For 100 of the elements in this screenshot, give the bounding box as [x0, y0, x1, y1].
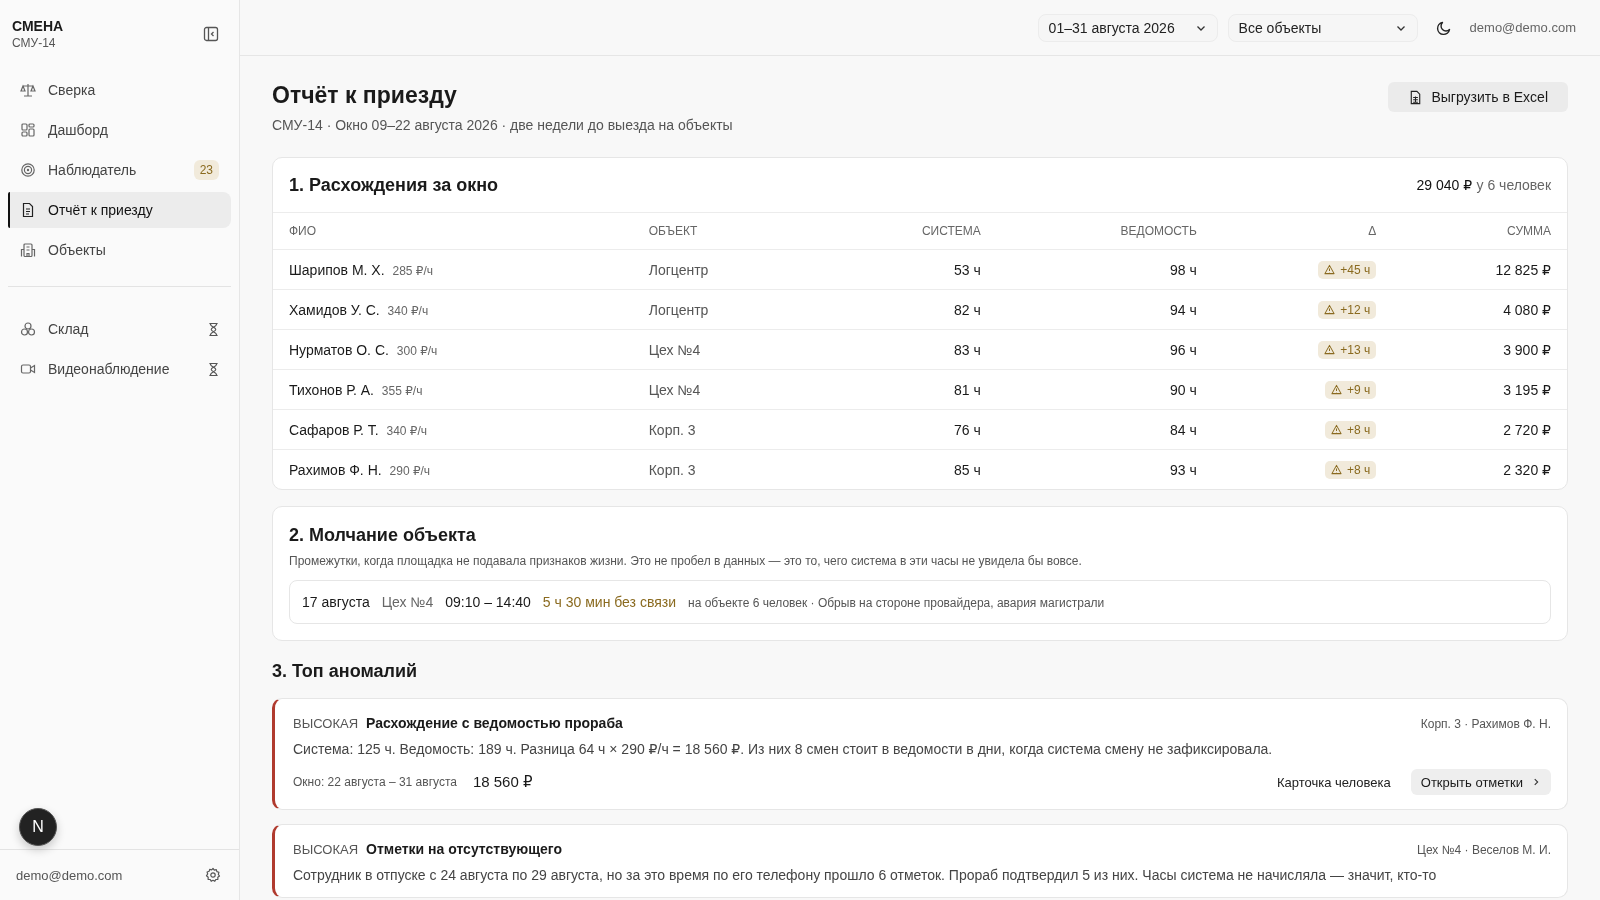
boxes-icon	[20, 321, 36, 337]
anomaly-amount: 18 560 ₽	[472, 773, 533, 791]
event-time: 09:10 – 14:40	[445, 594, 531, 610]
anomaly-description: Система: 125 ч. Ведомость: 189 ч. Разница 64 ч × 290 ₽/ч = 18 560 ₽. Из них 8 смен стоит в ведомости в дни, когда система смену не зафиксировала.	[293, 741, 1274, 757]
table-cell: 2 320 ₽	[1392, 449, 1567, 489]
severity-label: ВЫСОКАЯ	[293, 716, 359, 731]
table-cell: 12 825 ₽	[1392, 249, 1567, 290]
user-email: demo@demo.com	[16, 867, 123, 883]
anomaly-title: Расхождение с ведомостью прораба	[366, 715, 624, 731]
severity-label: ВЫСОКАЯ	[293, 842, 359, 857]
anomaly-description: Сотрудник в отпуске с 24 августа по 29 августа, но за это время по его телефону прошло 6 отметок. Прораб подтвердил 5 из них. Часы система не начисляла — значит, кто-то	[293, 867, 1438, 883]
total-amount: 29 040 ₽	[1416, 177, 1473, 193]
anomaly-location: Корп. 3 · Рахимов Ф. Н.	[1420, 717, 1551, 731]
event-date: 17 августа	[302, 594, 370, 610]
table-cell: 90 ч	[996, 369, 1213, 410]
section-title: 3. Топ аномалий	[272, 661, 419, 682]
employee-name: Сафаров Р. Т.	[289, 421, 379, 438]
anomaly-title: Отметки на отсутствующего	[366, 841, 563, 857]
brand-name: СМЕНА	[12, 18, 64, 34]
table-cell: 98 ч	[996, 249, 1213, 290]
period-select[interactable]: 01–31 августа 2026	[1037, 13, 1218, 42]
table-cell: 76 ч	[815, 409, 997, 450]
settings-icon[interactable]	[205, 867, 221, 883]
table-cell: 94 ч	[996, 289, 1213, 330]
anomaly-window: Окно: 22 августа – 31 августа	[293, 775, 457, 789]
delta-badge: +45 ч	[1318, 260, 1377, 279]
employee-name: Тихонов Р. А.	[289, 381, 374, 398]
user-email: demo@demo.com	[1469, 20, 1576, 35]
person-card-link[interactable]: Карточка человека	[1272, 774, 1395, 790]
nav-item[interactable]: Отчёт к приезду	[8, 192, 231, 228]
table-cell: 96 ч	[996, 329, 1213, 370]
camera-icon	[20, 361, 36, 377]
event-duration: 5 ч 30 мин без связи	[542, 594, 676, 610]
open-marks-button[interactable]: Открыть отметки	[1410, 769, 1551, 795]
table-cell: Логцентр	[632, 289, 816, 330]
nav-item[interactable]: Видеонаблюдение	[8, 351, 231, 387]
chevron-right-icon	[1531, 777, 1541, 787]
event-object: Цех №4	[381, 594, 434, 610]
table-cell: Логцентр	[632, 249, 816, 290]
column-header: СУММА	[1392, 213, 1567, 250]
export-button[interactable]: Выгрузить в Excel	[1388, 82, 1568, 112]
column-header: Δ	[1212, 213, 1393, 250]
event-note: на объекте 6 человек · Обрыв на стороне провайдера, авария магистрали	[688, 596, 1105, 610]
delta-badge: +8 ч	[1324, 420, 1377, 439]
table-cell: Цех №4	[632, 369, 816, 410]
table-cell: 93 ч	[996, 449, 1213, 489]
hourly-rate: 340 ₽/ч	[387, 303, 429, 318]
table-cell: 3 900 ₽	[1392, 329, 1567, 370]
total-note: у 6 человек	[1476, 177, 1551, 193]
nav-item[interactable]: Дашборд	[8, 112, 231, 148]
scale-icon	[20, 82, 36, 98]
section-description: Промежутки, когда площадка не подавала признаков жизни. Это не пробел в данных — это то, чего система в эти часы не увидела бы вовсе.	[289, 554, 1083, 568]
employee-name: Рахимов Ф. Н.	[289, 461, 382, 478]
moon-icon[interactable]	[1435, 19, 1452, 36]
organization-name: СМУ-14	[12, 36, 57, 50]
delta-badge: +12 ч	[1318, 300, 1377, 319]
table-cell: 82 ч	[815, 289, 997, 330]
nav-item[interactable]: Сверка	[8, 72, 231, 108]
hourly-rate: 355 ₽/ч	[381, 383, 423, 398]
column-header: ОБЪЕКТ	[632, 213, 816, 250]
table-cell: 83 ч	[815, 329, 997, 370]
nav-item[interactable]: Склад	[8, 311, 231, 347]
table-cell: Цех №4	[632, 329, 816, 370]
hourly-rate: 340 ₽/ч	[386, 423, 428, 438]
table-cell: 4 080 ₽	[1392, 289, 1567, 330]
target-icon	[20, 162, 36, 178]
page-title: Отчёт к приезду	[272, 82, 458, 109]
page-subtitle: СМУ-14 · Окно 09–22 августа 2026 · две недели до выезда на объекты	[272, 117, 733, 133]
table-cell: 2 720 ₽	[1392, 409, 1567, 450]
table-cell: 3 195 ₽	[1392, 369, 1567, 410]
count-badge: 23	[193, 160, 219, 180]
delta-badge: +8 ч	[1324, 460, 1377, 479]
sidebar-toggle-icon[interactable]	[203, 26, 219, 42]
table-cell: Корп. 3	[632, 409, 816, 450]
column-header: ФИО	[273, 213, 633, 250]
column-header: ВЕДОМОСТЬ	[996, 213, 1213, 250]
building-icon	[20, 242, 36, 258]
avatar-button[interactable]: N	[19, 808, 57, 846]
table-cell: 81 ч	[815, 369, 997, 410]
hourly-rate: 285 ₽/ч	[392, 263, 434, 278]
hourly-rate: 290 ₽/ч	[389, 463, 431, 478]
objects-select[interactable]: Все объекты	[1227, 13, 1418, 42]
hourly-rate: 300 ₽/ч	[396, 343, 438, 358]
table-cell: Корп. 3	[632, 449, 816, 489]
table-cell: 84 ч	[996, 409, 1213, 450]
section-title: 2. Молчание объекта	[289, 525, 477, 546]
section-title: 1. Расхождения за окно	[289, 174, 499, 196]
table-cell: 85 ч	[815, 449, 997, 489]
employee-name: Шарипов М. Х.	[289, 261, 385, 278]
employee-name: Хамидов У. С.	[289, 301, 380, 318]
table-cell: 53 ч	[815, 249, 997, 290]
column-header: СИСТЕМА	[815, 213, 997, 250]
nav-item[interactable]: Объекты	[8, 232, 231, 268]
delta-badge: +13 ч	[1318, 340, 1377, 359]
employee-name: Нурматов О. С.	[289, 341, 389, 358]
anomaly-location: Цех №4 · Веселов М. И.	[1417, 843, 1551, 857]
grid-icon	[20, 122, 36, 138]
document-icon	[20, 202, 36, 218]
nav-item[interactable]: Наблюдатель 23	[8, 152, 231, 188]
delta-badge: +9 ч	[1324, 380, 1377, 399]
